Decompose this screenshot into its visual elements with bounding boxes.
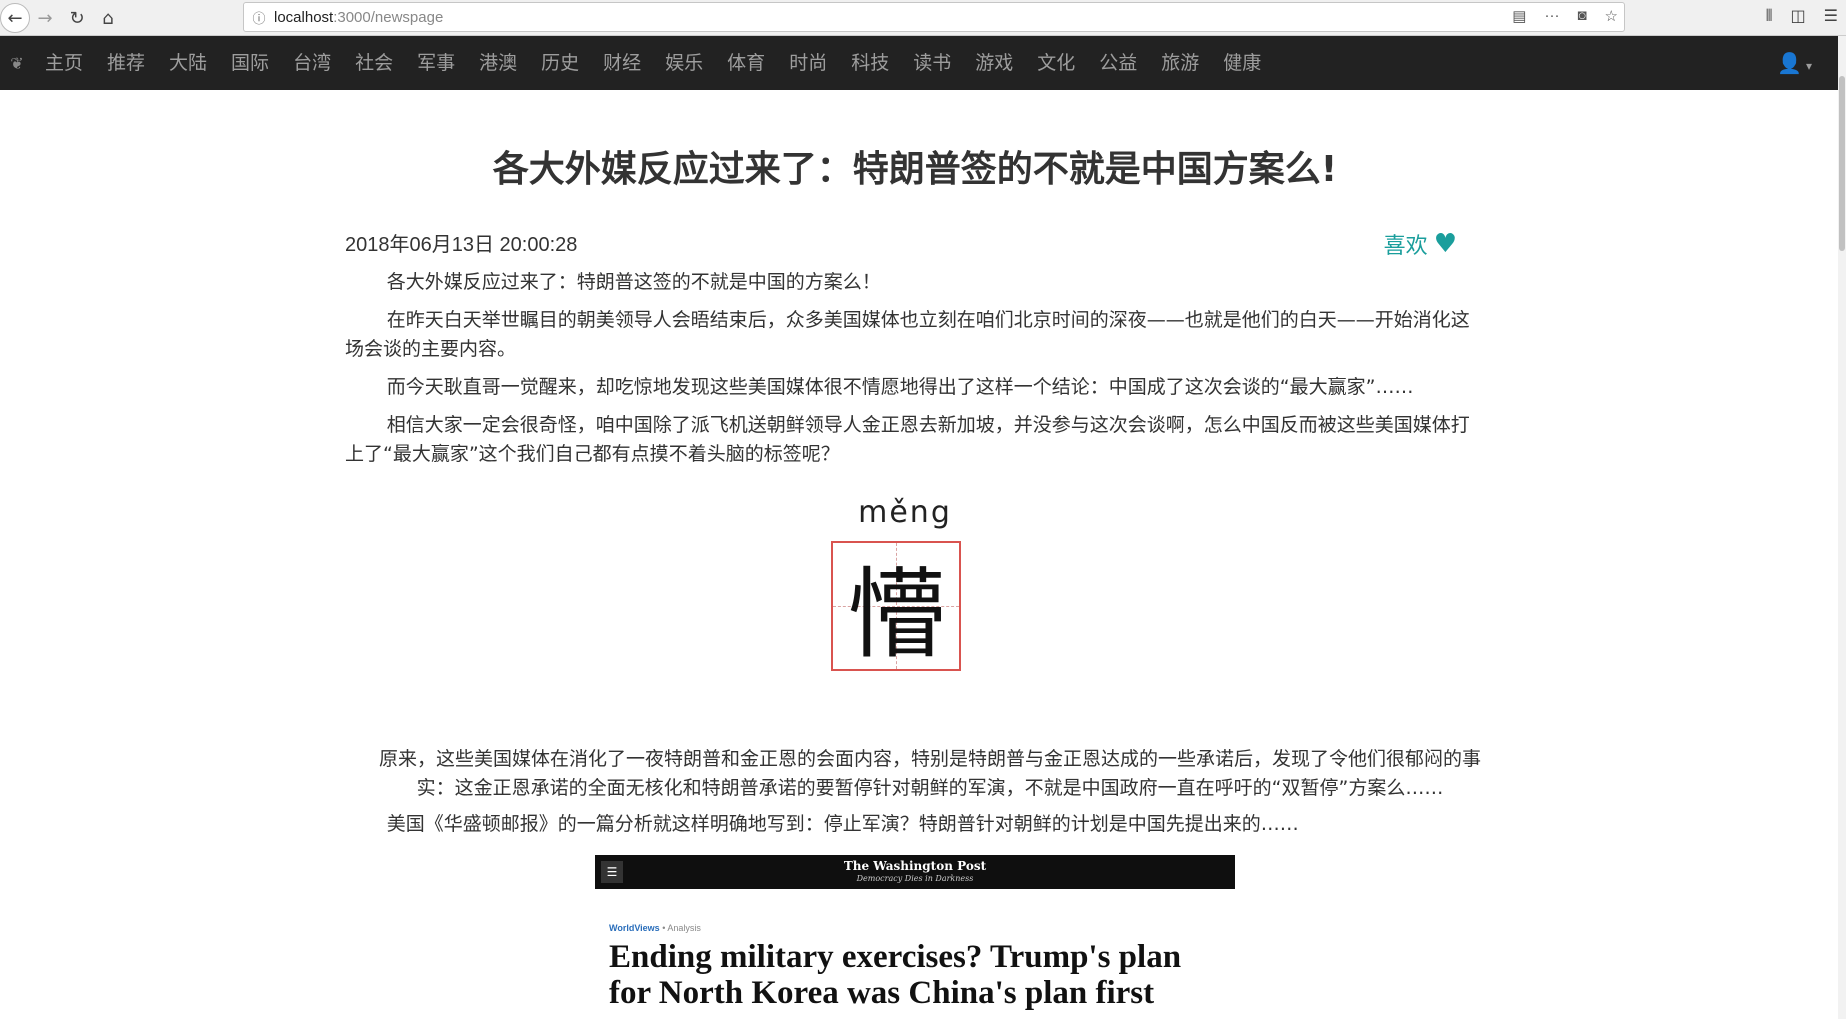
wapo-logo: The Washington Post [843,859,987,873]
leaf-logo-icon[interactable]: ❦ [0,54,34,73]
reader-view-icon[interactable]: ▤ [1512,7,1526,25]
forward-arrow-icon: → [37,7,53,29]
nav-item-home[interactable]: 主页 [34,36,95,90]
page-actions-icon[interactable]: ··· [1544,7,1559,25]
nav-item-military[interactable]: 军事 [405,36,467,90]
embedded-article-image: ☰ The Washington Post Democracy Dies in … [595,855,1235,1019]
heart-icon: ♥ [1433,229,1457,259]
nav-item-sports[interactable]: 体育 [715,36,777,90]
paragraph: 原来，这些美国媒体在消化了一夜特朗普和金正恩的会面内容，特别是特朗普与金正恩达成… [378,748,1481,799]
nav-item-culture[interactable]: 文化 [1025,36,1087,90]
wapo-section: WorldViews • Analysis [609,923,1235,933]
library-icon[interactable]: ⫴ [1766,6,1773,26]
pinyin-label: měng [858,495,952,530]
info-icon[interactable]: ⓘ [244,8,274,27]
nav-item-health[interactable]: 健康 [1211,36,1273,90]
wapo-section-name: WorldViews [609,923,660,933]
pocket-icon[interactable]: ◙ [1577,7,1586,25]
article: 各大外媒反应过来了：特朗普签的不就是中国方案么! 2018年06月13日 20:… [345,90,1485,839]
nav-item-mainland[interactable]: 大陆 [157,36,219,90]
paragraph: 在昨天白天举世瞩目的朝美领导人会晤结束后，众多美国媒体也立刻在咱们北京时间的深夜… [345,309,1470,360]
character-box: 懵 [831,541,961,672]
nav-item-history[interactable]: 历史 [529,36,591,90]
back-arrow-icon: ← [7,7,23,29]
user-icon: 👤 [1777,51,1803,75]
nav-item-society[interactable]: 社会 [343,36,405,90]
nav-item-tech[interactable]: 科技 [839,36,901,90]
nav-item-international[interactable]: 国际 [219,36,281,90]
reload-icon: ↻ [69,7,85,29]
wapo-tagline: Democracy Dies in Darkness [856,874,974,883]
browser-toolbar: ← → ↻ ⌂ ⓘ localhost:3000/newspage ▤ ··· … [0,0,1846,36]
nav-item-entertainment[interactable]: 娱乐 [653,36,715,90]
wapo-section-kind: Analysis [667,923,701,933]
like-label: 喜欢 [1383,234,1428,259]
character-illustration: měng 懵 [345,495,1485,745]
nav-item-recommend[interactable]: 推荐 [95,36,157,90]
nav-item-fashion[interactable]: 时尚 [777,36,839,90]
article-title: 各大外媒反应过来了：特朗普签的不就是中国方案么! [492,149,1338,190]
nav-item-travel[interactable]: 旅游 [1149,36,1211,90]
url-host: localhost [274,8,334,26]
caret-down-icon: ▾ [1802,59,1812,73]
url-bar[interactable]: ⓘ localhost:3000/newspage ▤ ··· ◙ ☆ [243,2,1625,32]
article-date: 2018年06月13日 20:00:28 [345,234,578,256]
wapo-header: ☰ The Washington Post Democracy Dies in … [595,855,1235,889]
home-icon: ⌂ [102,7,114,29]
url-path: :3000/newspage [333,8,444,26]
site-navbar: ❦ 主页 推荐 大陆 国际 台湾 社会 军事 港澳 历史 财经 娱乐 体育 时尚… [0,36,1838,90]
paragraph: 相信大家一定会很奇怪，咱中国除了派飞机送朝鲜领导人金正恩去新加坡，并没参与这次会… [345,414,1470,465]
menu-icon[interactable]: ☰ [1824,6,1838,26]
nav-item-taiwan[interactable]: 台湾 [281,36,343,90]
reload-button[interactable]: ↻ [62,3,92,33]
wapo-headline: Ending military exercises? Trump's plan … [609,939,1182,1011]
nav-item-games[interactable]: 游戏 [963,36,1025,90]
back-button[interactable]: ← [0,3,30,33]
like-button[interactable]: 喜欢 ♥ [1384,228,1457,260]
nav-menu: 主页 推荐 大陆 国际 台湾 社会 军事 港澳 历史 财经 娱乐 体育 时尚 科… [34,36,1273,90]
forward-button[interactable]: → [30,3,60,33]
nav-item-hk-macau[interactable]: 港澳 [467,36,529,90]
paragraph: 美国《华盛顿邮报》的一篇分析就这样明确地写到：停止军演？特朗普针对朝鲜的计划是中… [386,813,1299,835]
sidebar-icon[interactable]: ◫ [1791,6,1806,26]
paragraph: 而今天耿直哥一觉醒来，却吃惊地发现这些美国媒体很不情愿地得出了这样一个结论：中国… [386,376,1414,398]
wapo-section-separator: • [662,923,666,933]
article-meta: 2018年06月13日 20:00:28 喜欢 ♥ [345,228,1485,268]
paragraph: 各大外媒反应过来了：特朗普这签的不就是中国的方案么！ [386,271,881,293]
nav-item-charity[interactable]: 公益 [1087,36,1149,90]
chinese-character: 懵 [846,558,945,672]
home-button[interactable]: ⌂ [93,3,123,33]
user-menu[interactable]: 👤 ▾ [1777,36,1812,93]
scrollbar-thumb[interactable] [1839,76,1845,251]
nav-item-finance[interactable]: 财经 [591,36,653,90]
bookmark-star-icon[interactable]: ☆ [1605,7,1618,25]
nav-item-books[interactable]: 读书 [901,36,963,90]
scrollbar[interactable] [1838,36,1846,1019]
